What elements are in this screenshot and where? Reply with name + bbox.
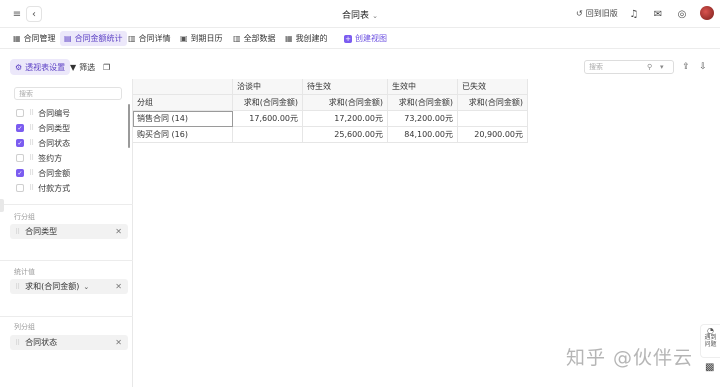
value-cell[interactable]: 73,200.00元 xyxy=(388,111,458,127)
filter-button[interactable]: ▼ 筛选 xyxy=(65,59,100,75)
value-cell[interactable]: 17,600.00元 xyxy=(233,111,303,127)
field-item[interactable]: ✓ ⠿ 合同状态 xyxy=(16,137,70,149)
tab-contract-amount-stats[interactable]: ▤ 合同金额统计 xyxy=(60,31,127,46)
close-icon[interactable]: ✕ xyxy=(115,338,122,347)
bell-icon[interactable]: ♫ xyxy=(628,8,640,20)
row-group-label: 行分组 xyxy=(14,213,35,221)
checkbox[interactable] xyxy=(16,184,24,192)
field-search-input[interactable]: 搜索 xyxy=(14,87,122,100)
checkbox[interactable]: ✓ xyxy=(16,139,24,147)
field-item[interactable]: ⠿ 付款方式 xyxy=(16,182,70,194)
col-group-label: 列分组 xyxy=(14,323,35,331)
drag-handle-icon[interactable]: ⠿ xyxy=(29,154,34,162)
scrollbar[interactable] xyxy=(128,104,130,148)
group-header[interactable]: 分组 xyxy=(133,95,233,111)
pivot-icon: ▤ xyxy=(64,34,72,43)
measure-header[interactable]: 求和(合同金额) xyxy=(388,95,458,111)
value-cell[interactable]: 20,900.00元 xyxy=(458,127,528,143)
tab-contract-management[interactable]: ▦ 合同管理 xyxy=(9,31,60,46)
pivot-settings-button[interactable]: ⚙ 透视表设置 xyxy=(10,59,71,75)
measure-header[interactable]: 求和(合同金额) xyxy=(458,95,528,111)
grid-icon: ▥ xyxy=(233,34,241,43)
undo-icon: ↺ xyxy=(576,9,583,18)
divider xyxy=(0,260,133,261)
value-cell[interactable] xyxy=(458,111,528,127)
pivot-settings-panel: 搜索 ⠿ 合同编号 ✓ ⠿ 合同类型 ✓ ⠿ 合同状态 ⠿ 签约方 ✓ ⠿ 合同金额 ⠿ 付款方式… xyxy=(0,79,133,387)
row-group-cell[interactable]: 销售合同 (14) xyxy=(133,111,233,127)
value-cell[interactable]: 25,600.00元 xyxy=(303,127,388,143)
chevron-down-icon: ▾ xyxy=(660,63,664,71)
value-cell[interactable]: 17,200.00元 xyxy=(303,111,388,127)
grid-icon: ▥ xyxy=(128,34,136,43)
divider xyxy=(0,316,133,317)
measure-header[interactable]: 求和(合同金额) xyxy=(233,95,303,111)
upload-icon[interactable]: ⇪ xyxy=(680,61,692,73)
column-header-status[interactable]: 洽谈中 xyxy=(233,79,303,95)
row-group-chip[interactable]: ⠿ 合同类型 ✕ xyxy=(10,224,128,239)
settings-icon: ⚙ xyxy=(15,62,23,72)
watermark: 知乎 @伙伴云 xyxy=(566,347,694,369)
calendar-icon: ▣ xyxy=(180,34,188,43)
drag-handle-icon[interactable]: ⠿ xyxy=(15,339,20,347)
copy-icon[interactable]: ❐ xyxy=(98,59,115,75)
column-header-status[interactable]: 生效中 xyxy=(388,79,458,95)
tab-contract-details[interactable]: ▥ 合同详情 xyxy=(124,31,175,46)
checkbox[interactable] xyxy=(16,109,24,117)
filter-icon: ▼ xyxy=(70,62,77,72)
value-chip[interactable]: ⠿ 求和(合同金额) ⌄ ✕ xyxy=(10,279,128,294)
column-header-status[interactable]: 待生效 xyxy=(303,79,388,95)
measure-header[interactable]: 求和(合同金额) xyxy=(303,95,388,111)
create-view-button[interactable]: + 创建视图 xyxy=(340,31,391,46)
col-group-chip[interactable]: ⠿ 合同状态 ✕ xyxy=(10,335,128,350)
value-cell[interactable]: 84,100.00元 xyxy=(388,127,458,143)
drag-handle-icon[interactable]: ⠿ xyxy=(29,139,34,147)
checkbox[interactable] xyxy=(16,154,24,162)
drag-handle-icon[interactable]: ⠿ xyxy=(29,184,34,192)
chevron-down-icon: ⌄ xyxy=(372,12,378,20)
tab-created-by-me[interactable]: ▦ 我创建的 xyxy=(281,31,332,46)
divider xyxy=(0,204,133,205)
chevron-down-icon[interactable]: ⌄ xyxy=(83,283,89,291)
help-icon: ◔ xyxy=(707,326,714,335)
close-icon[interactable]: ✕ xyxy=(115,282,122,291)
plus-icon: + xyxy=(344,34,352,43)
drag-handle-icon[interactable]: ⠿ xyxy=(29,124,34,132)
field-item[interactable]: ✓ ⠿ 合同金额 xyxy=(16,167,70,179)
inbox-icon[interactable]: ✉ xyxy=(652,8,664,20)
back-to-old-version-button[interactable]: ↺ 回到旧版 xyxy=(576,8,618,19)
panel-resize-handle[interactable] xyxy=(0,199,4,212)
field-item[interactable]: ⠿ 合同编号 xyxy=(16,107,70,119)
table-icon: ▦ xyxy=(13,34,21,43)
download-icon[interactable]: ⇩ xyxy=(697,61,709,73)
checkbox[interactable]: ✓ xyxy=(16,124,24,132)
drag-handle-icon[interactable]: ⠿ xyxy=(15,228,20,236)
tab-expiry-calendar[interactable]: ▣ 到期日历 xyxy=(176,31,227,46)
help-button[interactable]: ◔ 遇到 问题 xyxy=(700,324,720,358)
search-input[interactable]: 搜索 ⚲ ▾ xyxy=(584,60,674,74)
close-icon[interactable]: ✕ xyxy=(115,227,122,236)
drag-handle-icon[interactable]: ⠿ xyxy=(29,109,34,117)
qrcode-icon[interactable]: ▩ xyxy=(705,362,717,374)
drag-handle-icon[interactable]: ⠿ xyxy=(15,283,20,291)
avatar[interactable] xyxy=(700,6,714,20)
value-cell[interactable] xyxy=(233,127,303,143)
compass-icon[interactable]: ◎ xyxy=(676,8,688,20)
field-item[interactable]: ⠿ 签约方 xyxy=(16,152,62,164)
table-icon: ▦ xyxy=(285,34,293,43)
row-group-cell[interactable]: 购买合同 (16) xyxy=(133,127,233,143)
value-label: 统计值 xyxy=(14,268,35,276)
column-header-status[interactable]: 已失效 xyxy=(458,79,528,95)
tab-all-data[interactable]: ▥ 全部数据 xyxy=(229,31,280,46)
field-item[interactable]: ✓ ⠿ 合同类型 xyxy=(16,122,70,134)
drag-handle-icon[interactable]: ⠿ xyxy=(29,169,34,177)
search-icon: ⚲ xyxy=(647,63,653,71)
view-tabs: ▦ 合同管理 ▤ 合同金额统计 ▥ 合同详情 ▣ 到期日历 ▥ 全部数据 ▦ 我创建的 + 创… xyxy=(0,28,720,49)
top-bar: ≡ ‹ 合同表 ⌄ ↺ 回到旧版 ♫ ✉ ◎ xyxy=(0,0,720,28)
checkbox[interactable]: ✓ xyxy=(16,169,24,177)
header-corner xyxy=(133,79,233,95)
